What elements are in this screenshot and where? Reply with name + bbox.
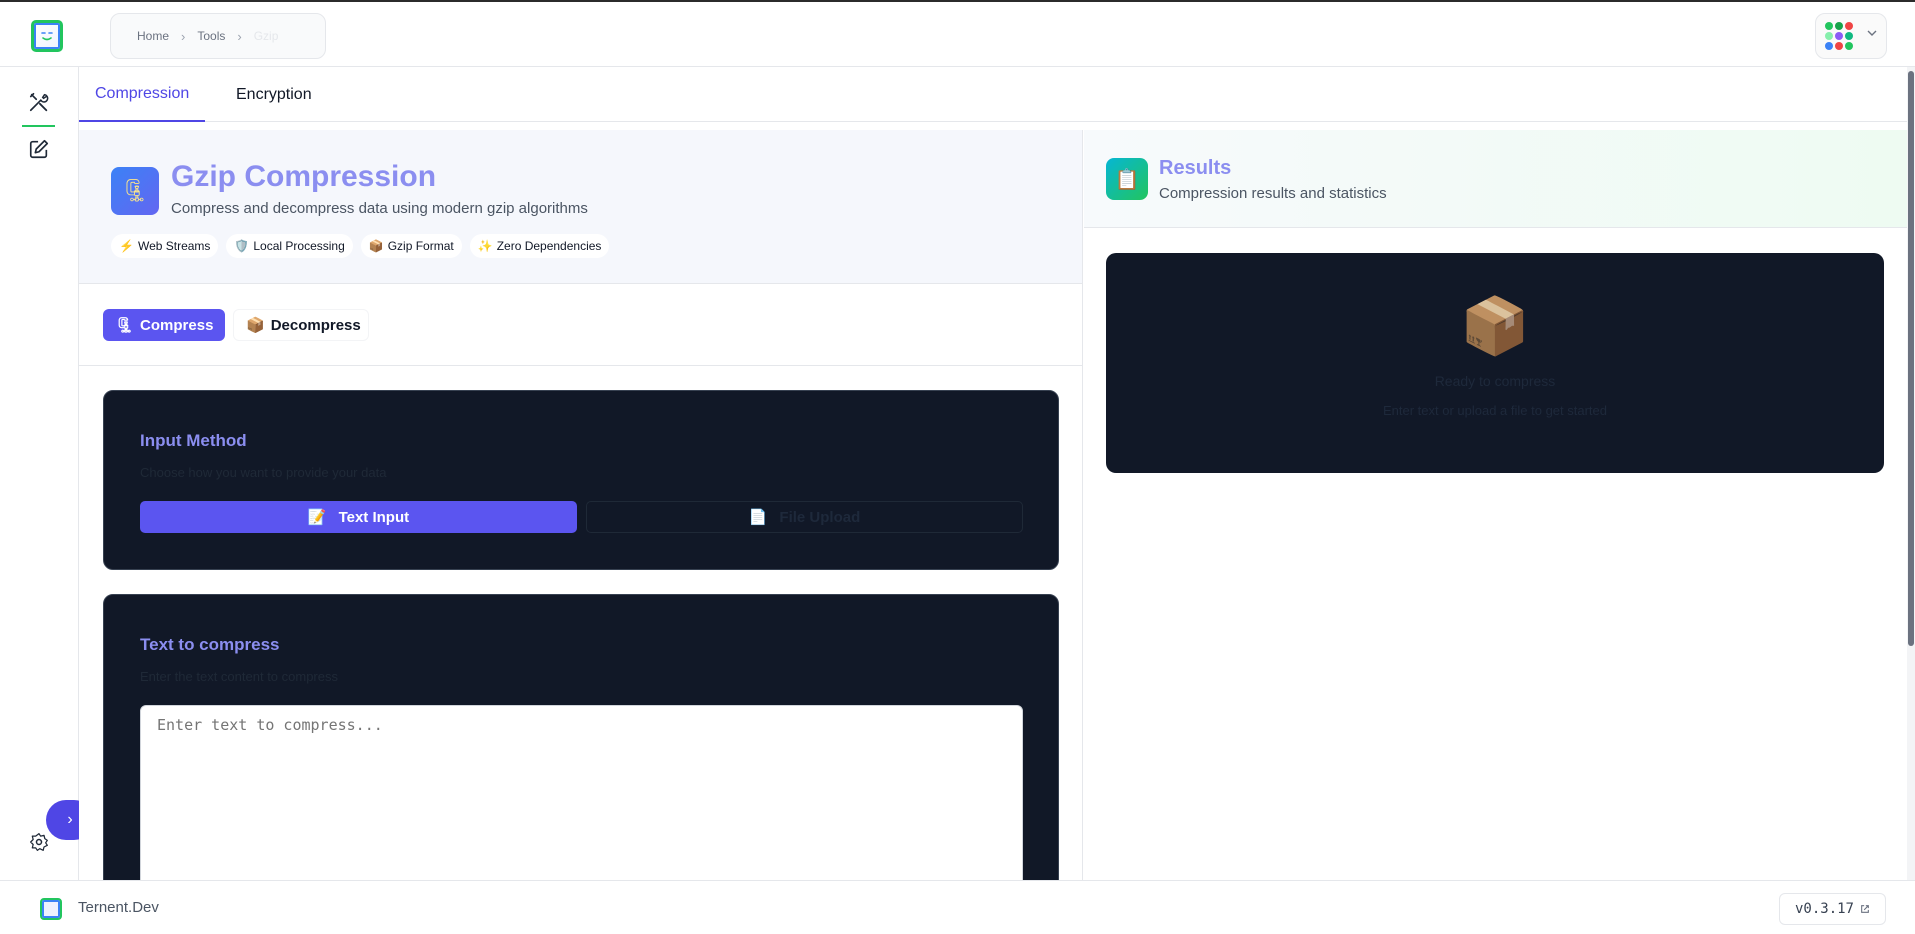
- page-subtitle: Compress and decompress data using moder…: [171, 200, 588, 217]
- tab-encryption[interactable]: Encryption: [220, 67, 328, 122]
- apps-grid-icon: [1825, 22, 1853, 50]
- clipboard-icon: 📋: [1106, 158, 1148, 200]
- chevron-right-icon: ›: [237, 28, 242, 44]
- breadcrumb-tools[interactable]: Tools: [197, 29, 225, 43]
- chevron-right-icon: ›: [67, 811, 73, 828]
- lightning-icon: ⚡: [119, 239, 134, 253]
- app-dot: [1825, 22, 1833, 30]
- empty-state-title: Ready to compress: [1434, 373, 1556, 389]
- compress-icon: 🗜: [115, 317, 135, 334]
- results-title: Results: [1159, 157, 1232, 179]
- sparkles-icon: ✨: [477, 239, 493, 253]
- scrollbar-thumb[interactable]: [1908, 71, 1914, 646]
- results-empty-state: 📦 Ready to compress Enter text or upload…: [1106, 253, 1884, 473]
- input-method-card: Input Method Choose how you want to prov…: [103, 390, 1059, 570]
- feature-chips: ⚡ Web Streams 🛡️ Local Processing 📦 Gzip Fo…: [111, 234, 610, 258]
- apps-menu-button[interactable]: [1815, 13, 1887, 59]
- file-upload-button[interactable]: 📄 File Upload: [586, 501, 1023, 533]
- document-icon: 📄: [748, 509, 768, 526]
- input-method-description: Choose how you want to provide your data: [140, 465, 387, 480]
- compress-icon: 🗜: [111, 167, 159, 215]
- footer: Ternent.Dev v0.3.17: [0, 880, 1915, 934]
- text-section-description: Enter the text content to compress: [140, 669, 338, 684]
- compress-text-input[interactable]: [140, 705, 1023, 880]
- external-link-icon: [1861, 905, 1869, 913]
- app-dot: [1835, 22, 1843, 30]
- feature-chip: 🛡️ Local Processing: [226, 234, 353, 258]
- tools-icon: [29, 92, 49, 112]
- app-dot: [1825, 42, 1833, 50]
- tool-panel: 🗜 Gzip Compression Compress and decompre…: [79, 130, 1083, 880]
- rail-item-editor[interactable]: [24, 134, 54, 164]
- feature-chip: ✨ Zero Dependencies: [469, 234, 610, 258]
- rail-item-tools[interactable]: [22, 87, 55, 127]
- compress-mode-button[interactable]: 🗜 Compress: [103, 309, 225, 341]
- results-panel: 📋 Results Compression results and statis…: [1084, 130, 1915, 880]
- left-rail: ›: [0, 67, 94, 880]
- app-dot: [1835, 32, 1843, 40]
- app-dot: [1835, 42, 1843, 50]
- smiley-logo-icon: [41, 32, 53, 41]
- decompress-mode-button[interactable]: 📦 Decompress: [233, 309, 369, 341]
- text-input-card: Text to compress Enter the text content …: [103, 594, 1059, 880]
- app-dot: [1845, 42, 1853, 50]
- gear-icon: [30, 833, 48, 851]
- page-title: Gzip Compression: [171, 160, 437, 193]
- tool-hero: 🗜 Gzip Compression Compress and decompre…: [79, 130, 1082, 284]
- text-input-button[interactable]: 📝 Text Input: [140, 501, 577, 533]
- app-dot: [1825, 32, 1833, 40]
- tool-tabs: Compression Encryption: [79, 67, 1915, 122]
- breadcrumb: Home › Tools › Gzip: [110, 13, 326, 59]
- app-dot: [1845, 32, 1853, 40]
- version-label: v0.3.17: [1794, 901, 1854, 917]
- feature-chip: 📦 Gzip Format: [360, 234, 462, 258]
- mode-toggle: 🗜 Compress 📦 Decompress: [79, 284, 1082, 366]
- breadcrumb-home[interactable]: Home: [137, 29, 169, 43]
- package-icon: 📦: [1460, 294, 1530, 357]
- breadcrumb-current: Gzip: [253, 29, 279, 43]
- shield-icon: 🛡️: [234, 239, 250, 253]
- input-method-title: Input Method: [140, 431, 247, 450]
- memo-icon: 📝: [307, 509, 327, 526]
- edit-icon: [29, 139, 49, 159]
- text-section-title: Text to compress: [140, 635, 280, 654]
- package-icon: 📦: [368, 239, 384, 253]
- app-logo[interactable]: [31, 20, 63, 52]
- empty-state-description: Enter text or upload a file to get start…: [1382, 403, 1608, 418]
- top-header: Home › Tools › Gzip: [0, 0, 1915, 67]
- package-icon: 📦: [246, 317, 265, 334]
- page-scrollbar[interactable]: [1907, 67, 1915, 880]
- footer-logo-icon: [40, 898, 62, 920]
- tab-compression[interactable]: Compression: [79, 67, 206, 122]
- version-link[interactable]: v0.3.17: [1779, 893, 1886, 925]
- chevron-down-icon: [1867, 30, 1877, 36]
- app-dot: [1845, 22, 1853, 30]
- chevron-right-icon: ›: [181, 28, 186, 44]
- feature-chip: ⚡ Web Streams: [111, 234, 219, 258]
- footer-brand[interactable]: Ternent.Dev: [78, 899, 159, 916]
- results-subtitle: Compression results and statistics: [1159, 185, 1387, 202]
- results-header: 📋 Results Compression results and statis…: [1084, 130, 1915, 228]
